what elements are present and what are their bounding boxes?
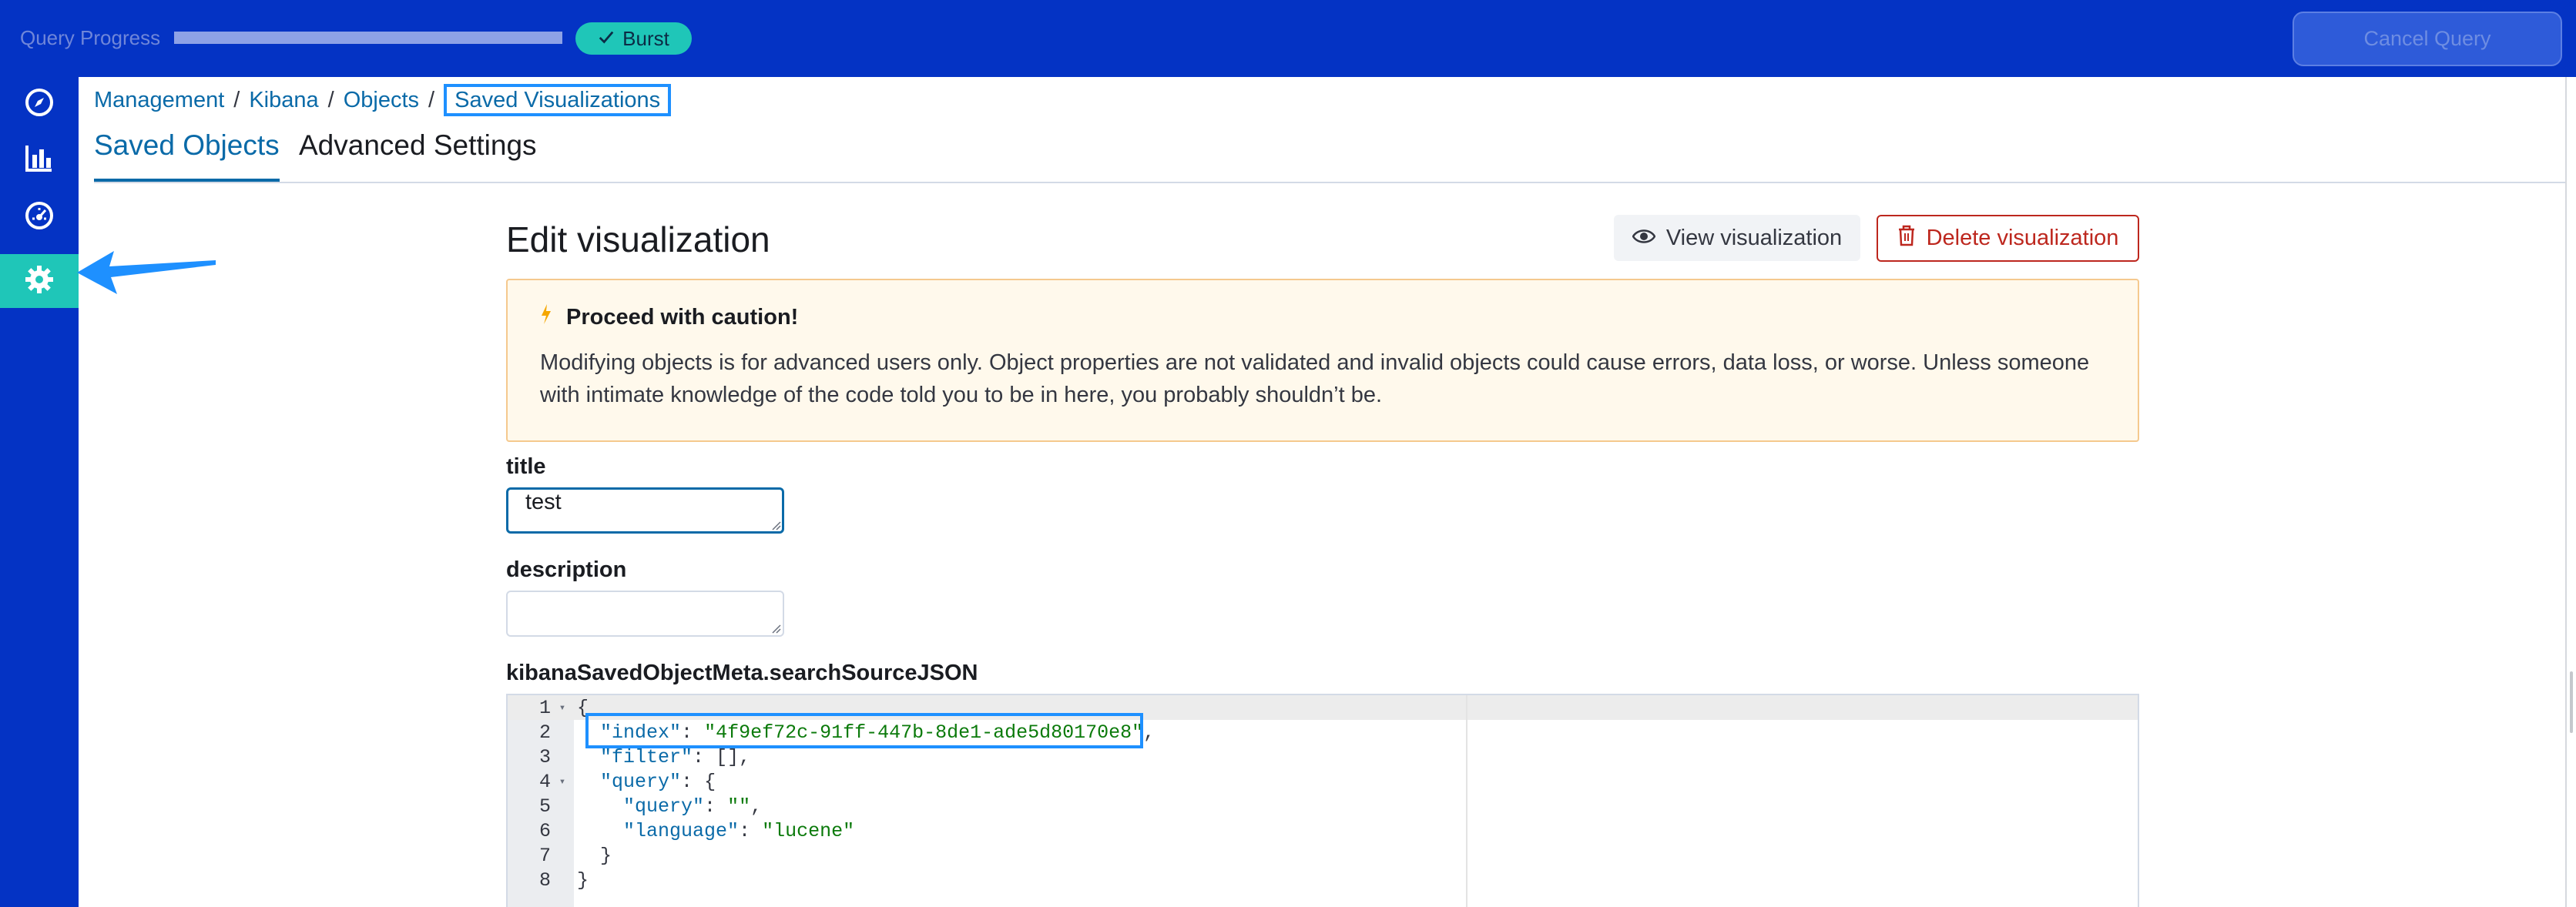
check-icon xyxy=(598,27,615,51)
view-visualization-button[interactable]: View visualization xyxy=(1614,215,1860,261)
code-line[interactable]: 7 } xyxy=(508,843,2138,868)
callout-body: Modifying objects is for advanced users … xyxy=(540,350,2090,407)
search-source-json-label: kibanaSavedObjectMeta.searchSourceJSON xyxy=(506,661,978,685)
code-line[interactable]: 4 ▾ "query": { xyxy=(508,769,2138,794)
query-progress-fill xyxy=(174,32,562,44)
title-field[interactable] xyxy=(506,487,784,534)
code-punctuation: , xyxy=(739,745,751,768)
code-line[interactable]: 8} xyxy=(508,868,2138,892)
json-key: "query" xyxy=(623,795,705,818)
fold-toggle-icon[interactable]: ▾ xyxy=(551,775,574,788)
tab-advanced-settings[interactable]: Advanced Settings xyxy=(299,129,537,182)
title-field-label: title xyxy=(506,454,546,479)
sidebar-item-management[interactable] xyxy=(0,254,79,308)
compass-icon xyxy=(24,87,55,122)
code-colon: : xyxy=(704,795,728,818)
code-colon: : xyxy=(681,770,705,793)
management-tabs: Saved Objects Advanced Settings xyxy=(94,129,2565,183)
code-text: } xyxy=(574,869,589,892)
code-punctuation: , xyxy=(750,795,763,818)
line-number: 8 xyxy=(538,869,551,892)
line-number: 7 xyxy=(538,844,551,867)
query-progress-label: Query Progress xyxy=(20,26,161,49)
description-field[interactable] xyxy=(506,591,784,637)
burst-label: Burst xyxy=(622,26,669,50)
tab-saved-objects[interactable]: Saved Objects xyxy=(94,129,280,182)
gear-icon xyxy=(24,264,55,299)
index-highlight-box xyxy=(585,713,1143,748)
view-visualization-label: View visualization xyxy=(1665,225,1843,250)
json-key: "language" xyxy=(623,819,740,842)
fold-toggle-icon[interactable]: ▾ xyxy=(551,701,574,715)
json-value: "lucene" xyxy=(762,819,855,842)
query-progress-bar: Query Progress Burst Cancel Query xyxy=(0,0,2576,77)
description-field-label: description xyxy=(506,557,627,582)
burst-badge: Burst xyxy=(575,22,692,55)
code-line[interactable]: 6 "language": "lucene" xyxy=(508,818,2138,843)
sidebar-item-discover[interactable] xyxy=(0,77,79,131)
json-value: { xyxy=(704,770,716,793)
caution-callout: Proceed with caution! Modifying objects … xyxy=(506,279,2139,442)
breadcrumb-item-management[interactable]: Management xyxy=(94,88,224,113)
cancel-query-button[interactable]: Cancel Query xyxy=(2293,12,2562,66)
code-text: "query": { xyxy=(574,771,716,793)
bolt-icon xyxy=(540,303,552,331)
line-number: 3 xyxy=(538,745,551,768)
breadcrumb-item-kibana[interactable]: Kibana xyxy=(249,88,318,113)
delete-visualization-button[interactable]: Delete visualization xyxy=(1877,215,2139,262)
sidebar-nav xyxy=(0,77,79,907)
sidebar-item-visualize[interactable] xyxy=(0,132,79,186)
code-text: "query": "", xyxy=(574,795,762,818)
resize-handle-icon[interactable] xyxy=(769,621,781,634)
code-punctuation: } xyxy=(577,869,589,892)
query-progress-track xyxy=(174,32,562,44)
code-text: "language": "lucene" xyxy=(574,820,854,842)
code-punctuation: } xyxy=(577,844,612,867)
breadcrumb-item-objects[interactable]: Objects xyxy=(344,88,419,113)
line-number: 5 xyxy=(538,795,551,818)
gauge-icon xyxy=(24,200,55,235)
breadcrumb-item-saved-visualizations[interactable]: Saved Visualizations xyxy=(444,84,672,116)
code-line[interactable]: 5 "query": "", xyxy=(508,794,2138,818)
resize-handle-icon[interactable] xyxy=(769,518,781,530)
page-scrollbar-track xyxy=(2565,77,2567,907)
code-text: } xyxy=(574,845,612,867)
code-colon: : xyxy=(693,745,716,768)
breadcrumb-separator: / xyxy=(327,87,334,112)
breadcrumb-separator: / xyxy=(428,87,435,112)
json-value: [] xyxy=(716,745,740,768)
json-value: "" xyxy=(727,795,751,818)
bar-chart-icon xyxy=(24,142,55,177)
delete-visualization-label: Delete visualization xyxy=(1926,226,2119,250)
line-number: 1 xyxy=(538,696,551,719)
page-title: Edit visualization xyxy=(506,219,770,259)
json-key: "query" xyxy=(600,770,682,793)
line-number: 6 xyxy=(538,819,551,842)
line-number: 2 xyxy=(538,721,551,744)
sidebar-item-dashboard[interactable] xyxy=(0,190,79,244)
code-punctuation: , xyxy=(1143,721,1156,744)
trash-icon xyxy=(1897,225,1916,253)
line-number: 4 xyxy=(538,770,551,793)
page-scrollbar-thumb[interactable] xyxy=(2570,671,2573,733)
json-key: "filter" xyxy=(600,745,693,768)
code-text: "filter": [], xyxy=(574,746,750,768)
breadcrumb-separator: / xyxy=(233,87,240,112)
callout-title: Proceed with caution! xyxy=(566,304,799,330)
eye-icon xyxy=(1632,226,1656,251)
annotation-arrow-icon xyxy=(77,251,216,294)
callout-header: Proceed with caution! xyxy=(540,303,798,331)
breadcrumb: Management / Kibana / Objects / Saved Vi… xyxy=(94,84,672,116)
code-colon: : xyxy=(739,819,763,842)
